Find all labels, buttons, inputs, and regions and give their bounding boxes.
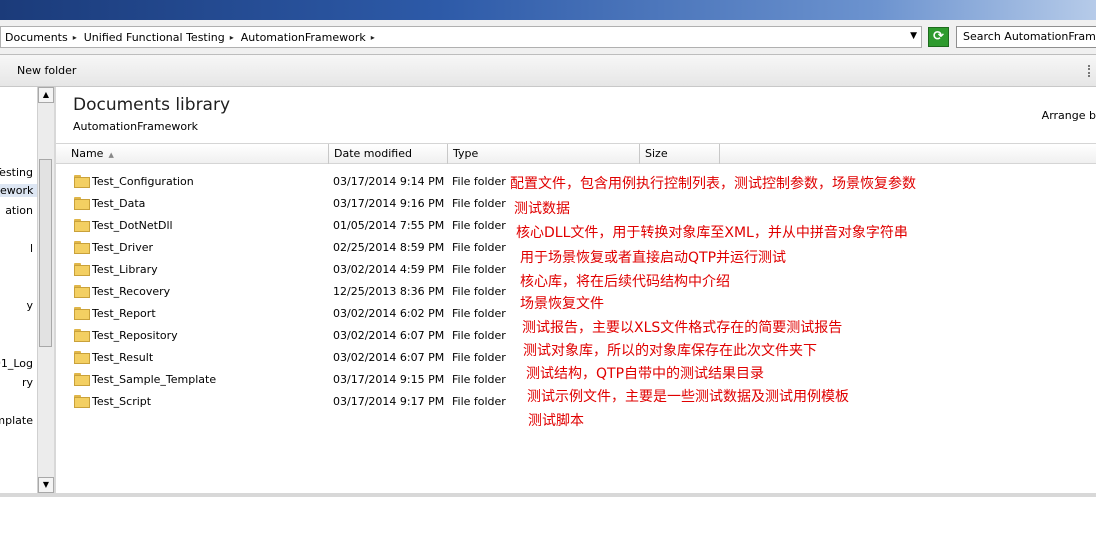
- library-subtitle: AutomationFramework: [73, 120, 198, 133]
- folder-icon: [74, 373, 90, 386]
- file-name: Test_Recovery: [92, 285, 171, 298]
- address-bar: Documents ▸ Unified Functional Testing ▸…: [0, 20, 1096, 55]
- nav-item[interactable]: ation: [5, 204, 33, 217]
- refresh-button[interactable]: ⟳: [928, 27, 949, 47]
- folder-icon: [74, 263, 90, 276]
- column-header-date[interactable]: Date modified: [329, 144, 448, 164]
- folder-icon: [74, 307, 90, 320]
- file-date: 03/17/2014 9:14 PM: [333, 175, 445, 188]
- file-name: Test_Repository: [92, 329, 178, 342]
- scrollbar-thumb[interactable]: [39, 159, 52, 347]
- nav-item-selected[interactable]: ework: [0, 184, 37, 197]
- file-type: File folder: [452, 307, 506, 320]
- nav-item[interactable]: y: [26, 299, 33, 312]
- chevron-right-icon[interactable]: ▸: [371, 33, 375, 42]
- file-date: 03/17/2014 9:17 PM: [333, 395, 445, 408]
- folder-icon: [74, 285, 90, 298]
- file-type: File folder: [452, 175, 506, 188]
- file-date: 12/25/2013 8:36 PM: [333, 285, 445, 298]
- annotation-repository: 测试对象库，所以的对象库保存在此次文件夹下: [523, 343, 817, 359]
- file-name: Test_Driver: [92, 241, 154, 254]
- file-name: Test_Sample_Template: [92, 373, 217, 386]
- folder-icon: [74, 395, 90, 408]
- search-input[interactable]: Search AutomationFramework: [956, 26, 1096, 48]
- file-date: 03/02/2014 6:07 PM: [333, 329, 445, 342]
- sort-ascending-icon: ▲: [108, 151, 114, 159]
- file-type: File folder: [452, 219, 506, 232]
- annotation-configuration: 配置文件，包含用例执行控制列表，测试控制参数，场景恢复参数: [510, 176, 916, 192]
- command-toolbar: New folder: [0, 55, 1096, 87]
- scroll-down-icon[interactable]: ▼: [38, 477, 54, 493]
- nav-scrollbar[interactable]: ▲ ▼: [37, 87, 54, 493]
- file-date: 03/02/2014 6:02 PM: [333, 307, 445, 320]
- folder-icon: [74, 197, 90, 210]
- annotation-result: 测试结构，QTP自带中的测试结果目录: [526, 366, 765, 382]
- library-title: Documents library: [73, 95, 231, 115]
- annotation-recovery: 场景恢复文件: [520, 296, 604, 312]
- file-type: File folder: [452, 263, 506, 276]
- file-name: Test_Report: [92, 307, 156, 320]
- folder-icon: [74, 329, 90, 342]
- file-name: Test_Data: [92, 197, 146, 210]
- column-header-name-label: Name: [71, 147, 104, 160]
- file-name: Test_Configuration: [92, 175, 194, 188]
- file-type: File folder: [452, 373, 506, 386]
- breadcrumb-documents[interactable]: Documents: [5, 31, 68, 44]
- file-date: 01/05/2014 7:55 PM: [333, 219, 445, 232]
- file-type: File folder: [452, 329, 506, 342]
- new-folder-button[interactable]: New folder: [17, 64, 76, 77]
- navigation-pane: Testing ework ation l y 001_Log ry Templ…: [0, 87, 37, 493]
- annotation-script: 测试脚本: [528, 413, 584, 429]
- file-type: File folder: [452, 197, 506, 210]
- file-type: File folder: [452, 241, 506, 254]
- annotation-sample-template: 测试示例文件，主要是一些测试数据及测试用例模板: [527, 389, 849, 405]
- file-type: File folder: [452, 395, 506, 408]
- file-date: 03/02/2014 4:59 PM: [333, 263, 445, 276]
- chevron-right-icon[interactable]: ▸: [230, 33, 234, 42]
- breadcrumb[interactable]: Documents ▸ Unified Functional Testing ▸…: [0, 26, 922, 48]
- folder-icon: [74, 175, 90, 188]
- column-headers: Name ▲ Date modified Type Size: [56, 143, 1096, 164]
- breadcrumb-uft[interactable]: Unified Functional Testing: [84, 31, 225, 44]
- folder-icon: [74, 219, 90, 232]
- file-date: 03/17/2014 9:15 PM: [333, 373, 445, 386]
- file-list-pane: Documents library AutomationFramework Ar…: [56, 87, 1096, 493]
- file-type: File folder: [452, 351, 506, 364]
- chevron-down-icon[interactable]: ▼: [910, 31, 917, 41]
- column-header-size[interactable]: Size: [640, 144, 720, 164]
- nav-item[interactable]: l: [30, 242, 33, 255]
- toolbar-grip-icon[interactable]: [1088, 65, 1093, 77]
- breadcrumb-automationframework[interactable]: AutomationFramework: [241, 31, 366, 44]
- window-title-bar: [0, 0, 1096, 20]
- column-header-name[interactable]: Name ▲: [56, 144, 329, 164]
- arrange-by-link[interactable]: Arrange b: [1042, 109, 1096, 122]
- file-name: Test_Script: [92, 395, 152, 408]
- file-name: Test_Result: [92, 351, 154, 364]
- folder-icon: [74, 241, 90, 254]
- annotation-library: 核心库，将在后续代码结构中介绍: [520, 274, 730, 290]
- file-date: 03/17/2014 9:16 PM: [333, 197, 445, 210]
- annotation-report: 测试报告，主要以XLS文件格式存在的简要测试报告: [522, 320, 843, 336]
- chevron-right-icon[interactable]: ▸: [73, 33, 77, 42]
- file-date: 02/25/2014 8:59 PM: [333, 241, 445, 254]
- annotation-dotnetdll: 核心DLL文件，用于转换对象库至XML，并从中拼音对象字符串: [516, 225, 908, 241]
- folder-icon: [74, 351, 90, 364]
- file-name: Test_Library: [92, 263, 158, 276]
- nav-item[interactable]: Template: [0, 414, 33, 427]
- pane-bottom-border: [0, 493, 1096, 497]
- scroll-up-icon[interactable]: ▲: [38, 87, 54, 103]
- file-type: File folder: [452, 285, 506, 298]
- nav-item[interactable]: ry: [22, 376, 33, 389]
- nav-item[interactable]: 001_Log: [0, 357, 33, 370]
- nav-item[interactable]: Testing: [0, 166, 33, 179]
- file-name: Test_DotNetDll: [92, 219, 173, 232]
- annotation-data: 测试数据: [514, 201, 570, 217]
- column-header-type[interactable]: Type: [448, 144, 640, 164]
- table-row[interactable]: Test_Data 03/17/2014 9:16 PM File folder: [56, 193, 1096, 215]
- annotation-driver: 用于场景恢复或者直接启动QTP并运行测试: [520, 250, 787, 266]
- file-date: 03/02/2014 6:07 PM: [333, 351, 445, 364]
